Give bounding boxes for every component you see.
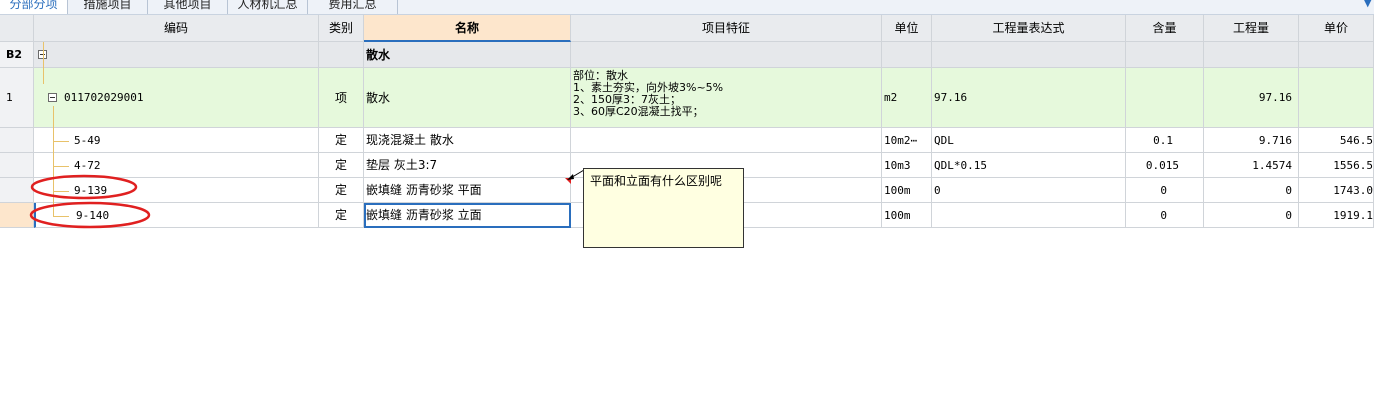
price-cell[interactable]: 1556.5 <box>1299 153 1374 178</box>
content-cell[interactable]: 0.1 <box>1126 128 1204 153</box>
table-row-item[interactable]: 1 011702029001 项 散水 部位：散水 1、素土夯实，向外坡3%~5… <box>0 68 1374 128</box>
expr-cell[interactable] <box>932 42 1126 68</box>
expr-cell[interactable]: QDL <box>932 128 1126 153</box>
row-number <box>0 153 34 178</box>
row-number: B2 <box>0 42 34 68</box>
expr-cell[interactable]: 97.16 <box>932 68 1126 128</box>
comment-note[interactable]: 平面和立面有什么区别呢 <box>583 168 744 248</box>
code-cell[interactable] <box>34 42 319 68</box>
content-cell[interactable]: 0.015 <box>1126 153 1204 178</box>
col-header-unit[interactable]: 单位 <box>882 15 932 42</box>
tree-line <box>43 42 44 84</box>
col-header-price[interactable]: 单价 <box>1299 15 1374 42</box>
unit-cell[interactable]: 10m3 <box>882 153 932 178</box>
table-row[interactable]: 5-49 定 现浇混凝土 散水 10m2⋯ QDL 0.1 9.716 546.… <box>0 128 1374 153</box>
tree-line <box>53 191 69 192</box>
code-cell[interactable]: 011702029001 <box>34 68 319 128</box>
col-header-content[interactable]: 含量 <box>1126 15 1204 42</box>
code-text: 011702029001 <box>64 91 144 104</box>
tab-bar: 分部分项 措施项目 其他项目 人材机汇总 费用汇总 ▼ <box>0 0 1374 15</box>
expr-cell[interactable]: 0 <box>932 178 1126 203</box>
row-number <box>0 203 34 228</box>
tree-line <box>53 141 69 142</box>
row-number <box>0 178 34 203</box>
code-cell[interactable]: 9-140 <box>34 203 319 228</box>
unit-cell[interactable]: m2 <box>882 68 932 128</box>
tab-cuoshi-xiangmu[interactable]: 措施项目 <box>68 0 148 14</box>
name-cell[interactable]: 现浇混凝土 散水 <box>364 128 571 153</box>
comment-flag-icon[interactable] <box>565 178 571 184</box>
qty-cell[interactable]: 1.4574 <box>1204 153 1299 178</box>
feature-cell[interactable] <box>571 42 882 68</box>
expr-cell[interactable]: QDL*0.15 <box>932 153 1126 178</box>
type-cell[interactable]: 项 <box>319 68 364 128</box>
feature-cell[interactable]: 部位：散水 1、素土夯实，向外坡3%~5% 2、150厚3：7灰土； 3、60厚… <box>571 68 882 128</box>
name-cell[interactable]: 散水 <box>364 68 571 128</box>
col-header-qty[interactable]: 工程量 <box>1204 15 1299 42</box>
type-cell[interactable]: 定 <box>319 128 364 153</box>
name-cell[interactable]: 散水 <box>364 42 571 68</box>
qty-cell[interactable]: 97.16 <box>1204 68 1299 128</box>
unit-cell[interactable] <box>882 42 932 68</box>
name-cell[interactable]: 嵌填缝 沥青砂浆 平面 <box>364 178 571 203</box>
header-corner[interactable] <box>0 15 34 42</box>
collapse-icon[interactable] <box>48 93 57 102</box>
grid-header: 编码 类别 名称 项目特征 单位 工程量表达式 含量 工程量 单价 <box>0 15 1374 42</box>
code-cell[interactable]: 5-49 <box>34 128 319 153</box>
qty-cell[interactable]: 9.716 <box>1204 128 1299 153</box>
price-cell[interactable]: 1919.1 <box>1299 203 1374 228</box>
col-header-feature[interactable]: 项目特征 <box>571 15 882 42</box>
content-cell[interactable] <box>1126 42 1204 68</box>
tree-line <box>53 216 69 217</box>
tree-line <box>53 106 54 216</box>
price-cell[interactable] <box>1299 68 1374 128</box>
table-row-group[interactable]: B2 散水 <box>0 42 1374 68</box>
price-cell[interactable] <box>1299 42 1374 68</box>
qty-cell[interactable]: 0 <box>1204 203 1299 228</box>
expr-cell[interactable] <box>932 203 1126 228</box>
unit-cell[interactable]: 10m2⋯ <box>882 128 932 153</box>
unit-cell[interactable]: 100m <box>882 178 932 203</box>
row-number: 1 <box>0 68 34 128</box>
name-cell-selected[interactable]: 嵌填缝 沥青砂浆 立面 <box>364 203 571 228</box>
name-cell[interactable]: 垫层 灰土3:7 <box>364 153 571 178</box>
row-number <box>0 128 34 153</box>
unit-cell[interactable]: 100m <box>882 203 932 228</box>
tab-fenbu-fenxiang[interactable]: 分部分项 <box>0 0 68 14</box>
tab-feiyong-huizong[interactable]: 费用汇总 <box>308 0 398 14</box>
content-cell[interactable]: 0 <box>1126 203 1204 228</box>
content-cell[interactable] <box>1126 68 1204 128</box>
code-cell[interactable]: 4-72 <box>34 153 319 178</box>
qty-cell[interactable] <box>1204 42 1299 68</box>
code-cell[interactable]: 9-139 <box>34 178 319 203</box>
type-cell[interactable] <box>319 42 364 68</box>
type-cell[interactable]: 定 <box>319 153 364 178</box>
pin-icon[interactable]: ▼ <box>1364 0 1372 9</box>
col-header-code[interactable]: 编码 <box>34 15 319 42</box>
type-cell[interactable]: 定 <box>319 203 364 228</box>
tab-rencaiji-huizong[interactable]: 人材机汇总 <box>228 0 308 14</box>
price-cell[interactable]: 546.5 <box>1299 128 1374 153</box>
content-cell[interactable]: 0 <box>1126 178 1204 203</box>
tab-qita-xiangmu[interactable]: 其他项目 <box>148 0 228 14</box>
col-header-name[interactable]: 名称 <box>364 15 571 42</box>
qty-cell[interactable]: 0 <box>1204 178 1299 203</box>
feature-cell[interactable] <box>571 128 882 153</box>
tree-line <box>53 166 69 167</box>
price-cell[interactable]: 1743.0 <box>1299 178 1374 203</box>
type-cell[interactable]: 定 <box>319 178 364 203</box>
col-header-type[interactable]: 类别 <box>319 15 364 42</box>
col-header-expr[interactable]: 工程量表达式 <box>932 15 1126 42</box>
